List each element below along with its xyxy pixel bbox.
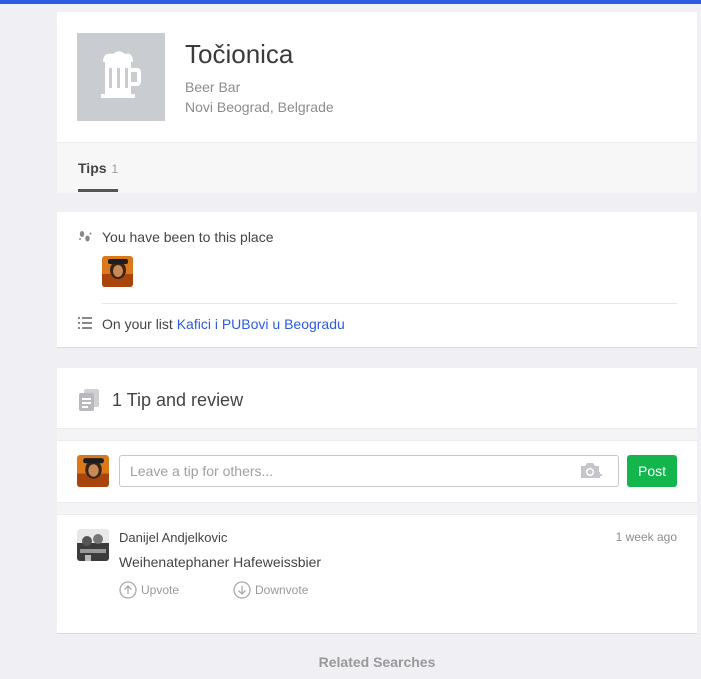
tip-text: Weihenatephaner Hafeweissbier <box>119 554 322 570</box>
avatar[interactable] <box>77 455 109 487</box>
tip-timestamp: 1 week ago <box>615 530 677 544</box>
venue-category[interactable]: Beer Bar <box>185 79 240 95</box>
on-list-prefix: On your list <box>102 316 173 332</box>
top-accent-bar <box>0 0 701 4</box>
tips-card: 1 Tip and review Post <box>57 368 697 634</box>
arrow-down-circle-icon <box>233 581 251 599</box>
tips-title: 1 Tip and review <box>112 390 244 410</box>
downvote-button[interactable]: Downvote <box>233 581 308 599</box>
tip-input[interactable] <box>119 455 619 487</box>
footsteps-icon <box>79 231 92 242</box>
upvote-label: Upvote <box>141 583 180 597</box>
venue-location: Novi Beograd, Belgrade <box>185 99 334 115</box>
beer-mug-icon <box>101 51 141 98</box>
tab-tips-count: 1 <box>111 162 119 176</box>
visited-card: You have been to this place On your list… <box>57 212 697 348</box>
avatar[interactable] <box>102 256 133 287</box>
upvote-button[interactable]: Upvote <box>119 581 179 599</box>
list-link[interactable]: Kafici i PUBovi u Beogradu <box>177 316 345 332</box>
arrow-up-circle-icon <box>119 581 137 599</box>
avatar[interactable] <box>77 529 109 561</box>
visited-text: You have been to this place <box>102 229 274 245</box>
divider <box>102 303 677 304</box>
related-searches-heading: Related Searches <box>318 654 436 670</box>
post-button[interactable]: Post <box>627 455 677 487</box>
venue-name: Točionica <box>185 39 294 69</box>
tab-tips-label: Tips <box>78 160 107 176</box>
on-list-text: On your list Kafici i PUBovi u Beogradu <box>102 316 345 332</box>
section-separator <box>57 428 697 441</box>
camera-add-icon[interactable] <box>579 461 603 481</box>
tabs-bar: Tips 1 <box>57 142 697 193</box>
section-separator <box>57 502 697 515</box>
tip-author[interactable]: Danijel Andjelkovic <box>119 530 227 545</box>
venue-photo[interactable] <box>77 33 165 121</box>
documents-icon <box>79 389 99 411</box>
tab-tips[interactable]: Tips 1 <box>78 143 119 192</box>
venue-header-card: Točionica Beer Bar Novi Beograd, Belgrad… <box>57 12 697 193</box>
downvote-label: Downvote <box>255 583 309 597</box>
list-icon <box>78 317 92 329</box>
